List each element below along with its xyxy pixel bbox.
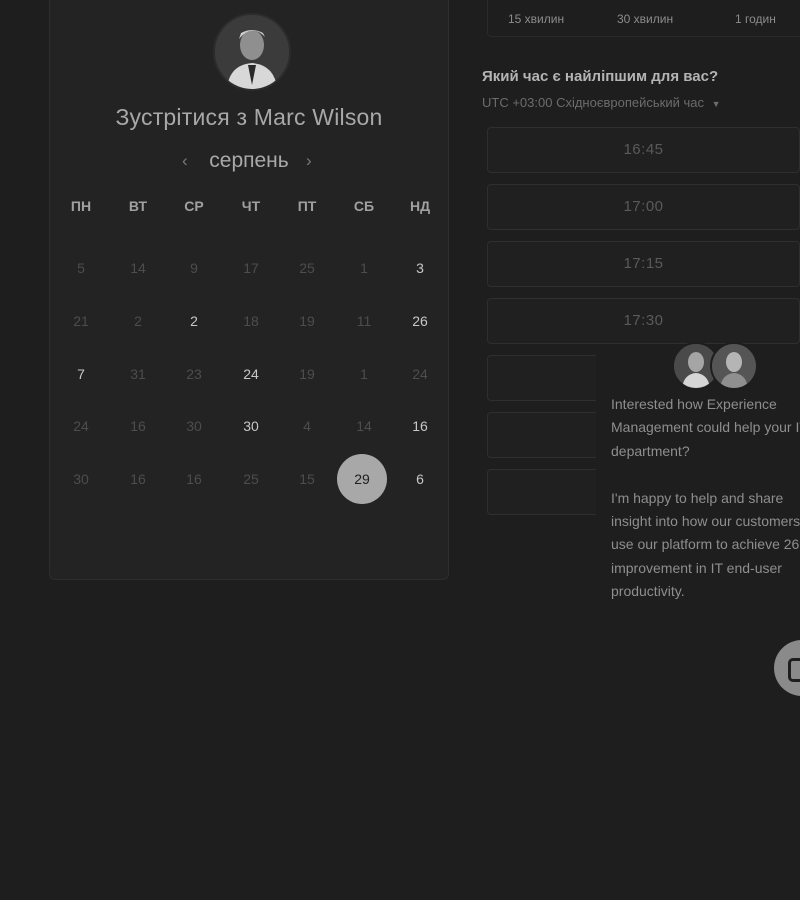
day-cell: 1 [360, 260, 368, 276]
day-cell: 16 [130, 418, 146, 434]
day-cell: 16 [130, 471, 146, 487]
day-cell: 21 [73, 313, 89, 329]
day-cell-selected[interactable]: 29 [337, 454, 387, 504]
day-cell: 14 [130, 260, 146, 276]
weekday-label: СБ [353, 198, 375, 214]
month-label: серпень [209, 149, 289, 172]
day-cell-available[interactable]: 26 [392, 313, 448, 329]
day-cell: 5 [77, 260, 85, 276]
weekday-label: ВТ [128, 198, 148, 214]
day-cell-available[interactable]: 2 [166, 313, 222, 329]
day-cell: 25 [243, 471, 259, 487]
weekday-label: ПТ [297, 198, 317, 214]
day-cell: 1 [360, 366, 368, 382]
duration-option[interactable]: 15 хвилин [508, 12, 564, 26]
chat-line: department? [611, 442, 690, 459]
chat-launcher-button[interactable] [774, 640, 800, 696]
chat-line: productivity. [611, 583, 685, 600]
day-cell-available[interactable]: 16 [392, 418, 448, 434]
chat-line: Interested how Experience [611, 396, 777, 412]
day-cell: 17 [243, 260, 259, 276]
day-cell: 31 [130, 366, 146, 382]
chat-message: Interested how Experience Management cou… [611, 393, 800, 627]
day-cell: 19 [299, 313, 315, 329]
day-cell-available[interactable]: 30 [223, 418, 279, 434]
day-cell: 25 [299, 260, 315, 276]
meeting-title: Зустрітися з Marc Wilson [115, 104, 383, 130]
weekday-label: ЧТ [241, 198, 261, 214]
weekday-label: НД [409, 198, 431, 214]
chat-line: Management could help your IT [611, 419, 800, 436]
day-cell: 23 [186, 366, 202, 382]
chat-line: insight into how our customers [611, 513, 800, 530]
day-cell: 4 [303, 418, 311, 434]
time-slot[interactable]: 16:45 [487, 127, 800, 173]
day-cell: 14 [356, 418, 372, 434]
day-cell: 19 [299, 366, 315, 382]
time-slot[interactable]: 17:00 [487, 184, 800, 230]
day-cell: 24 [73, 418, 89, 434]
day-cell-available[interactable]: 7 [53, 366, 109, 382]
day-cell: 18 [243, 313, 259, 329]
chat-line: I'm happy to help and share [611, 489, 784, 506]
caret-down-icon: ▼ [711, 99, 721, 109]
agent-avatar [710, 342, 758, 390]
chat-line: use our platform to achieve 26% [611, 536, 800, 553]
day-cell: 24 [412, 366, 428, 382]
day-cell: 11 [356, 313, 372, 329]
day-cell: 30 [73, 471, 89, 487]
chat-line: improvement in IT end-user [611, 559, 782, 576]
day-cell: 30 [186, 418, 202, 434]
chat-bubble-icon [788, 658, 800, 682]
time-slot[interactable]: 17:15 [487, 241, 800, 287]
day-cell-available[interactable]: 3 [392, 260, 448, 276]
day-cell: 15 [299, 471, 315, 487]
weekday-label: ПН [70, 198, 92, 214]
day-cell: 16 [186, 471, 202, 487]
time-slot[interactable]: 17:30 [487, 298, 800, 344]
next-month-icon[interactable]: › [306, 151, 312, 171]
chat-agents [672, 342, 758, 390]
day-cell-available[interactable]: 6 [392, 471, 448, 487]
calendar-card: Зустрітися з Marc Wilson ‹ серпень › ПН … [49, 0, 449, 580]
day-cell-available[interactable]: 24 [223, 366, 279, 382]
time-question: Який час є найліпшим для вас? [482, 68, 719, 85]
timezone-label: UTC +03:00 Східноєвропейський час [482, 95, 704, 110]
day-cell: 2 [134, 313, 142, 329]
duration-option[interactable]: 1 годин [735, 12, 776, 26]
duration-option[interactable]: 30 хвилин [617, 12, 673, 26]
weekday-label: СР [184, 198, 204, 214]
host-avatar [213, 13, 291, 91]
timezone-selector[interactable]: UTC +03:00 Східноєвропейський час ▼ [482, 95, 721, 110]
day-cell: 9 [190, 260, 198, 276]
